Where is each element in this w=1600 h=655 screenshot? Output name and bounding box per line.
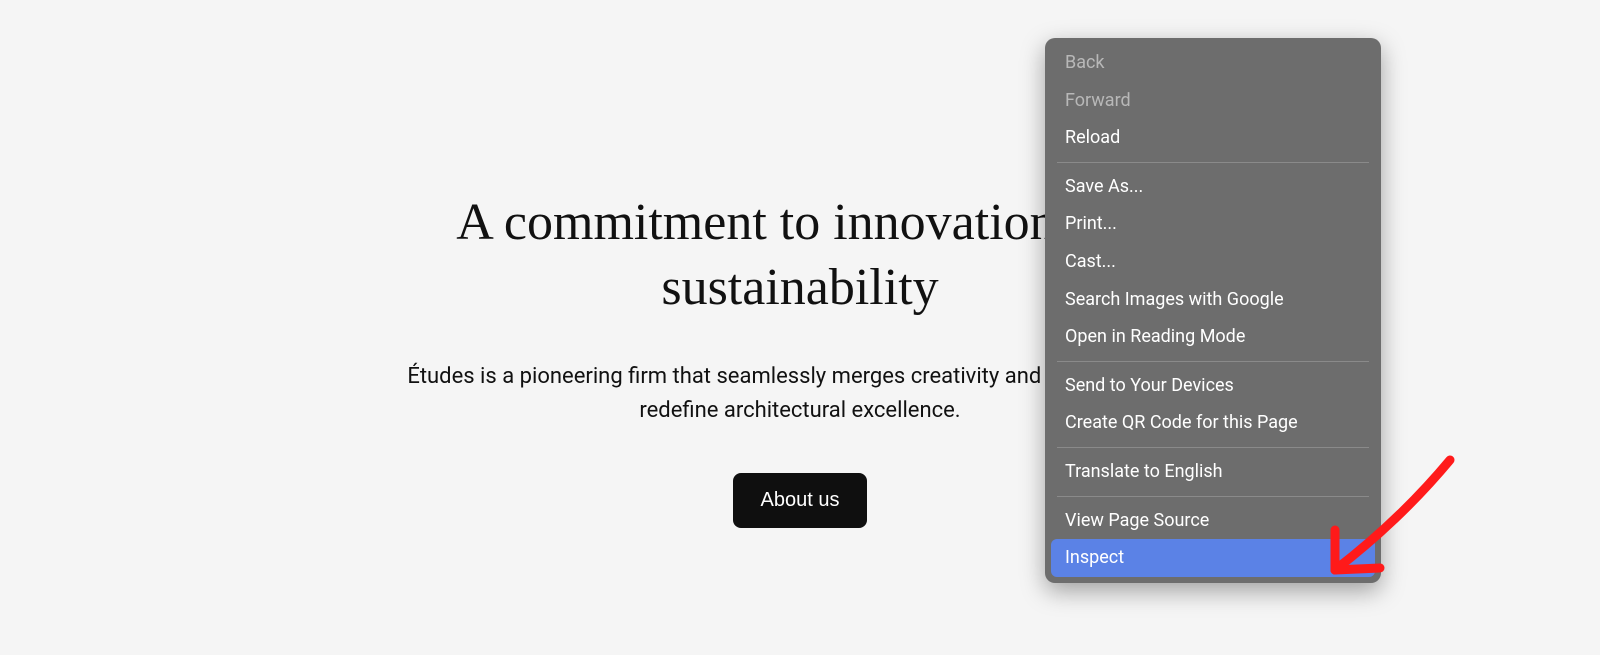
context-menu-item-back: Back (1051, 44, 1375, 82)
context-menu-item-search-images[interactable]: Search Images with Google (1051, 281, 1375, 319)
context-menu-separator (1057, 162, 1369, 163)
context-menu-separator (1057, 447, 1369, 448)
context-menu-item-send-devices[interactable]: Send to Your Devices (1051, 367, 1375, 405)
about-us-button[interactable]: About us (733, 473, 868, 528)
context-menu-item-qr-code[interactable]: Create QR Code for this Page (1051, 404, 1375, 442)
context-menu-item-translate[interactable]: Translate to English (1051, 453, 1375, 491)
context-menu-separator (1057, 361, 1369, 362)
context-menu-separator (1057, 496, 1369, 497)
context-menu-item-save-as[interactable]: Save As... (1051, 168, 1375, 206)
context-menu-item-inspect[interactable]: Inspect (1051, 539, 1375, 577)
context-menu-item-cast[interactable]: Cast... (1051, 243, 1375, 281)
context-menu[interactable]: Back Forward Reload Save As... Print... … (1045, 38, 1381, 583)
context-menu-item-reload[interactable]: Reload (1051, 119, 1375, 157)
context-menu-item-view-source[interactable]: View Page Source (1051, 502, 1375, 540)
context-menu-item-reading-mode[interactable]: Open in Reading Mode (1051, 318, 1375, 356)
context-menu-item-print[interactable]: Print... (1051, 205, 1375, 243)
context-menu-item-forward: Forward (1051, 82, 1375, 120)
